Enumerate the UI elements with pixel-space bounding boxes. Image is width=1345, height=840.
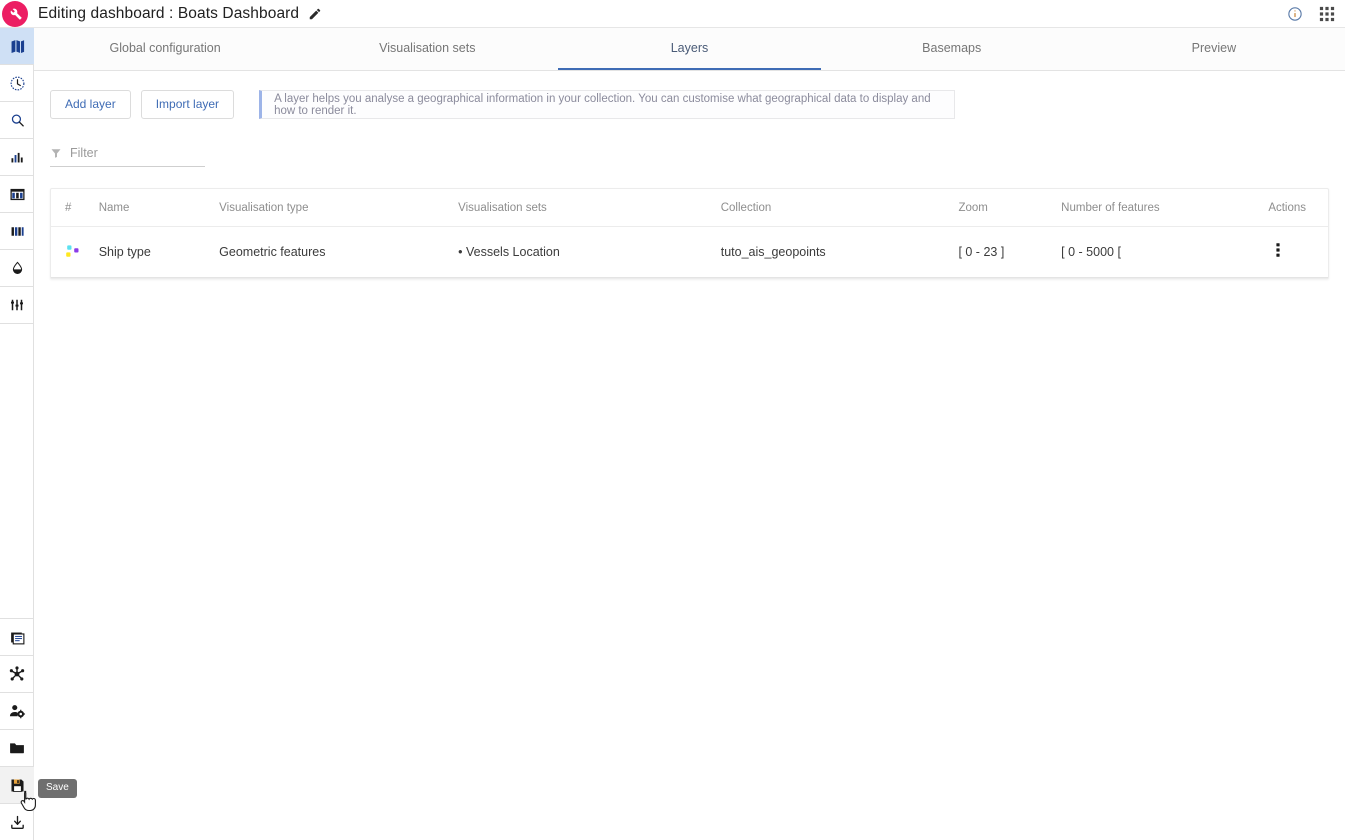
header-name: Name bbox=[98, 189, 220, 227]
layers-toolbar: Add layer Import layer A layer helps you… bbox=[50, 90, 1329, 119]
tab-layers[interactable]: Layers bbox=[558, 28, 821, 70]
clock-history-icon bbox=[10, 76, 24, 90]
sidebar-bottom-group bbox=[0, 618, 34, 840]
floppy-save-icon bbox=[10, 778, 24, 792]
sidebar-item-style[interactable] bbox=[0, 250, 34, 286]
layer-dots-icon bbox=[66, 244, 79, 257]
documents-icon bbox=[10, 632, 24, 644]
sidebar-item-library[interactable] bbox=[0, 619, 34, 655]
topbar-actions bbox=[1287, 6, 1345, 22]
cell-zoom: [ 0 - 23 ] bbox=[958, 226, 1062, 278]
top-bar: Editing dashboard : Boats Dashboard bbox=[0, 0, 1345, 28]
header-visualisation-type: Visualisation type bbox=[219, 189, 459, 227]
ink-drop-icon bbox=[12, 261, 22, 274]
funnel-filter-icon bbox=[51, 149, 61, 158]
columns-icon bbox=[11, 226, 24, 236]
cell-collection: tuto_ais_geopoints bbox=[720, 226, 959, 278]
header-number-of-features: Number of features bbox=[1061, 189, 1269, 227]
cell-visualisation-sets: • Vessels Location bbox=[458, 226, 721, 278]
sidebar-item-save[interactable] bbox=[0, 767, 34, 803]
tab-global-configuration[interactable]: Global configuration bbox=[34, 28, 296, 70]
user-gear-icon bbox=[9, 705, 26, 719]
layers-content: Add layer Import layer A layer helps you… bbox=[34, 90, 1345, 279]
save-tooltip: Save bbox=[38, 779, 77, 798]
sidebar-item-columns[interactable] bbox=[0, 213, 34, 249]
cell-name: Ship type bbox=[98, 226, 220, 278]
layer-info-banner: A layer helps you analyse a geographical… bbox=[259, 90, 956, 119]
tab-bar: Global configuration Visualisation sets … bbox=[34, 28, 1345, 71]
header-index: # bbox=[51, 189, 99, 227]
sidebar-item-folder[interactable] bbox=[0, 730, 34, 766]
filter-input[interactable] bbox=[68, 145, 193, 161]
header-actions: Actions bbox=[1268, 189, 1328, 227]
filter-field[interactable] bbox=[50, 145, 205, 167]
hub-network-icon bbox=[9, 666, 25, 681]
header-visualisation-sets: Visualisation sets bbox=[458, 189, 721, 227]
sliders-icon bbox=[11, 299, 23, 311]
table-row[interactable]: Ship type Geometric features • Vessels L… bbox=[51, 226, 1328, 278]
sidebar-item-timeline[interactable] bbox=[0, 65, 34, 101]
tab-preview[interactable]: Preview bbox=[1083, 28, 1345, 70]
pencil-edit-icon[interactable] bbox=[308, 7, 322, 21]
tab-basemaps[interactable]: Basemaps bbox=[821, 28, 1083, 70]
sidebar-item-map[interactable] bbox=[0, 28, 34, 64]
header-zoom: Zoom bbox=[958, 189, 1062, 227]
tab-visualisation-sets[interactable]: Visualisation sets bbox=[296, 28, 558, 70]
layers-table: # Name Visualisation type Visualisation … bbox=[50, 188, 1329, 279]
sidebar-item-table[interactable] bbox=[0, 176, 34, 212]
cell-actions bbox=[1268, 226, 1328, 278]
map-icon bbox=[11, 39, 24, 53]
cell-visualisation-type: Geometric features bbox=[219, 226, 459, 278]
download-icon bbox=[10, 815, 24, 829]
apps-grid-icon[interactable] bbox=[1319, 6, 1335, 22]
sidebar-item-download[interactable] bbox=[0, 804, 34, 840]
table-header-row: # Name Visualisation type Visualisation … bbox=[51, 189, 1328, 227]
table-icon bbox=[9, 188, 25, 200]
import-layer-button[interactable]: Import layer bbox=[140, 90, 235, 119]
sidebar-item-analytics[interactable] bbox=[0, 139, 34, 175]
folder-icon bbox=[10, 743, 24, 754]
cell-layer-icon bbox=[51, 226, 99, 278]
main-panel: Global configuration Visualisation sets … bbox=[34, 28, 1345, 840]
page-title: Editing dashboard : Boats Dashboard bbox=[38, 4, 300, 22]
search-icon bbox=[11, 113, 24, 127]
cell-number-of-features: [ 0 - 5000 [ bbox=[1061, 226, 1269, 278]
info-circle-icon[interactable] bbox=[1287, 6, 1303, 22]
header-collection: Collection bbox=[720, 189, 959, 227]
sidebar-item-network[interactable] bbox=[0, 656, 34, 692]
bar-chart-icon bbox=[10, 152, 23, 162]
left-sidebar bbox=[0, 28, 34, 840]
add-layer-button[interactable]: Add layer bbox=[50, 90, 131, 119]
kebab-menu-icon[interactable] bbox=[1268, 241, 1286, 262]
wrench-logo-icon[interactable] bbox=[2, 0, 28, 27]
sidebar-item-filters[interactable] bbox=[0, 287, 34, 323]
sidebar-item-user-settings[interactable] bbox=[0, 693, 34, 729]
sidebar-item-search[interactable] bbox=[0, 102, 34, 138]
